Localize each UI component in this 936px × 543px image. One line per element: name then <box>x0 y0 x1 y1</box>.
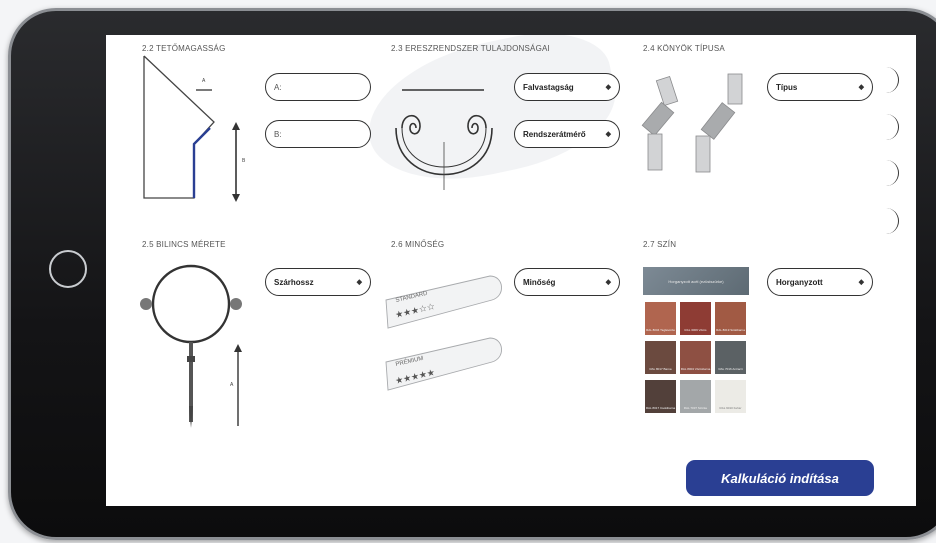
section-title-color: 2.7 SZÍN <box>643 240 677 249</box>
wall-thickness-select[interactable]: Falvastagság ◆ <box>514 73 620 101</box>
color-swatch[interactable]: RAL 7037 Szürke <box>680 380 711 413</box>
input-a-placeholder: A: <box>274 82 282 92</box>
color-select[interactable]: Horganyzott ◆ <box>767 268 873 296</box>
section-title-quality: 2.6 MINŐSÉG <box>391 240 445 249</box>
section-title-elbow-type: 2.4 KÖNYÖK TÍPUSA <box>643 44 725 53</box>
wall-thickness-value: Falvastagság <box>523 82 574 92</box>
quality-select[interactable]: Minőség ◆ <box>514 268 620 296</box>
color-swatch[interactable]: RAL 8004 Téglavörös <box>645 302 676 335</box>
input-b-field[interactable]: B: <box>265 120 371 148</box>
shank-length-value: Szárhossz <box>274 277 314 287</box>
select-arrow-icon: ◆ <box>605 84 611 91</box>
select-arrow-icon: ◆ <box>858 279 864 286</box>
roof-label-b: B <box>242 158 246 164</box>
select-arrow-icon: ◆ <box>605 279 611 286</box>
gutter-size-value: Rendszerátmérő <box>523 129 586 139</box>
section-title-gutter-system: 2.3 ERESZRENDSZER TULAJDONSÁGAI <box>391 44 550 53</box>
color-swatch[interactable]: RAL 8017 Barna <box>645 341 676 374</box>
select-arrow-icon: ◆ <box>605 131 611 138</box>
color-swatch[interactable]: RAL 8019 Sötétbarna <box>715 302 746 335</box>
color-swatch[interactable]: RAL 8004 Vörösbarna <box>680 341 711 374</box>
color-swatch-chart: Horganyzott acél (ezüstszürke) RAL 8004 … <box>643 267 749 417</box>
swatch-header: Horganyzott acél (ezüstszürke) <box>643 267 749 295</box>
roof-label-a: A <box>202 78 206 84</box>
start-calculation-button[interactable]: Kalkuláció indítása <box>686 460 874 496</box>
color-swatch[interactable]: RAL 8017 Csokibarna <box>645 380 676 413</box>
home-button[interactable] <box>49 250 87 288</box>
input-b-placeholder: B: <box>274 129 282 139</box>
section-title-clamp-size: 2.5 BILINCS MÉRETE <box>142 240 226 249</box>
gutter-profile-diagram <box>395 89 493 190</box>
elbow-pipes-illustration <box>641 73 743 173</box>
color-swatch[interactable]: RAL 9010 Fehér <box>715 380 746 413</box>
elbow-type-select[interactable]: Típus ◆ <box>767 73 873 101</box>
clamp-label-a: A <box>230 382 234 388</box>
shank-length-select[interactable]: Szárhossz ◆ <box>265 268 371 296</box>
clamp-diagram: A <box>140 264 242 428</box>
color-swatch[interactable]: RAL 3009 Vörös <box>680 302 711 335</box>
gutter-size-select[interactable]: Rendszerátmérő ◆ <box>514 120 620 148</box>
input-a-field[interactable]: A: <box>265 73 371 101</box>
roof-height-diagram: A B <box>143 55 246 202</box>
select-arrow-icon: ◆ <box>858 84 864 91</box>
color-value: Horganyzott <box>776 277 823 287</box>
elbow-type-value: Típus <box>776 82 798 92</box>
select-arrow-icon: ◆ <box>356 279 362 286</box>
quality-value: Minőség <box>523 277 556 287</box>
quality-gutters-illustration: STANDARD ★★★☆☆ PRÉMIUM ★★★★★ <box>385 275 502 391</box>
color-swatch[interactable]: RAL 7016 Antracit <box>715 341 746 374</box>
